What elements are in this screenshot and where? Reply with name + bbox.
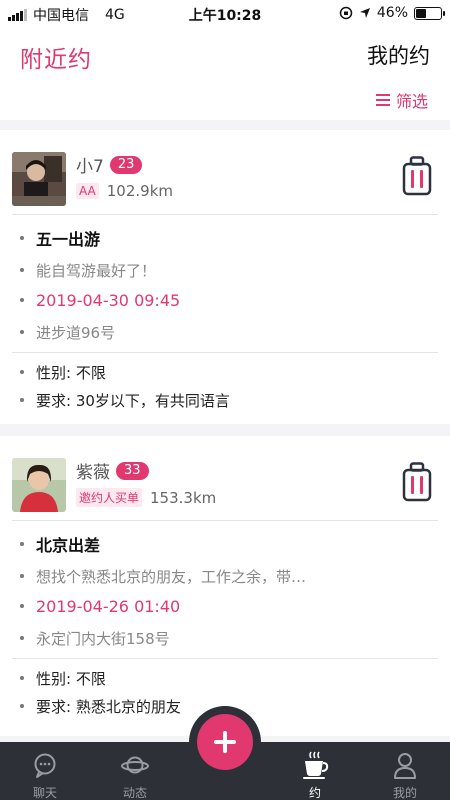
gender-requirement: 性别: 不限 — [20, 666, 430, 690]
battery-percent: 46% — [376, 5, 408, 21]
lock-rotation-icon — [339, 6, 353, 20]
tab-label: 聊天 — [32, 786, 57, 800]
tab-label: 约 — [308, 786, 321, 800]
user-name-row: 小7 23 — [76, 152, 143, 177]
user-meta-row: AA 102.9km — [76, 182, 173, 200]
user-meta-row: 邀约人买单 153.3km — [76, 488, 216, 507]
divider — [12, 520, 438, 521]
page-title: 附近约 — [20, 47, 92, 73]
filter-button[interactable]: 筛选 — [375, 88, 428, 112]
divider — [12, 658, 438, 659]
event-description: 能自驾游最好了！ — [20, 258, 430, 282]
distance: 153.3km — [150, 488, 217, 507]
user-name-row: 紫薇 33 — [76, 458, 149, 483]
other-requirement: 要求: 30岁以下，有共同语言 — [20, 388, 430, 412]
header: 附近约 我的约 筛选 — [0, 28, 450, 120]
age-badge: 33 — [116, 461, 149, 480]
filter-icon — [375, 94, 390, 106]
avatar[interactable] — [12, 458, 66, 512]
my-appointments-button[interactable]: 我的约 — [367, 40, 430, 70]
luggage-icon — [402, 156, 432, 196]
planet-icon — [121, 756, 149, 774]
event-description: 想找个熟悉北京的朋友，工作之余，带… — [20, 564, 430, 588]
distance: 102.9km — [106, 182, 174, 200]
avatar[interactable] — [12, 152, 66, 206]
user-name: 紫薇 — [76, 463, 110, 483]
payment-tag: 邀约人买单 — [76, 488, 143, 507]
age-badge: 23 — [109, 155, 143, 174]
tab-mine[interactable]: 我的 — [360, 742, 450, 800]
tab-label: 动态 — [122, 786, 147, 800]
filter-label: 筛选 — [395, 92, 428, 111]
divider — [12, 352, 438, 353]
payment-tag: AA — [76, 183, 99, 199]
event-location: 永定门内大街158号 — [20, 626, 430, 650]
event-location: 进步道96号 — [20, 320, 430, 344]
status-bar: 中国电信 4G 上午10:28 46% — [0, 0, 450, 28]
create-appointment-button[interactable] — [197, 714, 253, 770]
person-icon — [394, 753, 416, 779]
tab-chat[interactable]: 聊天 — [0, 742, 90, 800]
event-datetime: 2019-04-26 01:40 — [20, 594, 430, 618]
event-datetime: 2019-04-30 09:45 — [20, 288, 430, 312]
tab-label: 我的 — [392, 786, 417, 800]
appointment-card[interactable]: 紫薇 33 邀约人买单 153.3km 北京出差 想找个熟悉北京的朋友，工作之余… — [0, 436, 450, 736]
chat-icon — [34, 753, 56, 778]
battery-icon — [414, 6, 445, 20]
divider — [12, 214, 438, 215]
appointment-card[interactable]: 小7 23 AA 102.9km 五一出游 能自驾游最好了！ 2019-04-3… — [0, 130, 450, 424]
coffee-icon — [303, 751, 329, 779]
luggage-icon — [402, 462, 432, 502]
tab-appointments[interactable]: 约 — [270, 742, 360, 800]
event-title: 五一出游 — [20, 226, 430, 250]
gender-requirement: 性别: 不限 — [20, 360, 430, 384]
location-arrow-icon — [359, 8, 370, 18]
event-title: 北京出差 — [20, 532, 430, 556]
user-name: 小7 — [76, 157, 104, 177]
tab-moments[interactable]: 动态 — [90, 742, 180, 800]
